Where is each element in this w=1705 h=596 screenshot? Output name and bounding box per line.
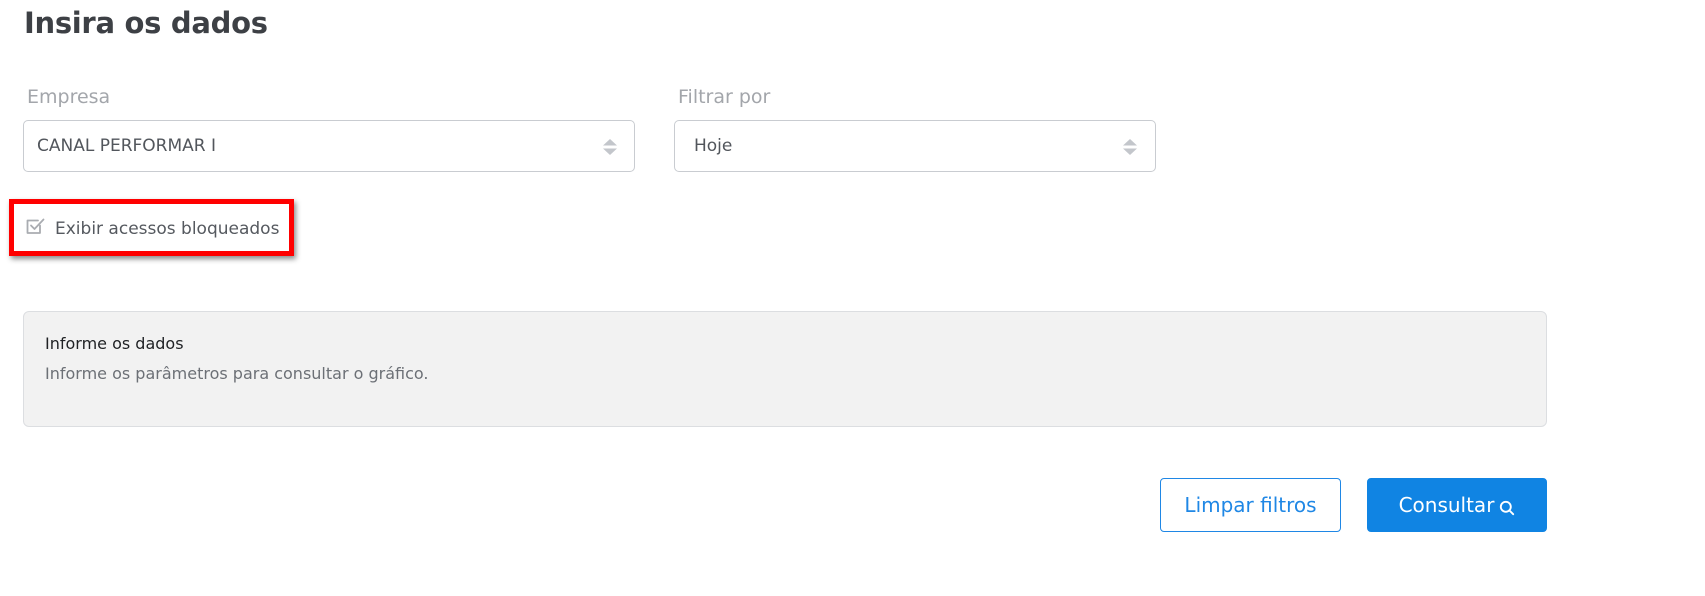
clear-filters-button[interactable]: Limpar filtros bbox=[1160, 478, 1341, 532]
filtrar-por-label: Filtrar por bbox=[678, 86, 771, 108]
filtrar-por-select[interactable]: Hoje bbox=[674, 120, 1156, 172]
filter-page: Insira os dados Empresa CANAL PERFORMAR … bbox=[0, 0, 1705, 596]
info-title: Informe os dados bbox=[45, 334, 184, 353]
info-panel: Informe os dados Informe os parâmetros p… bbox=[23, 311, 1547, 427]
empresa-select[interactable]: CANAL PERFORMAR I bbox=[23, 120, 635, 172]
page-title: Insira os dados bbox=[24, 6, 268, 40]
submit-label: Consultar bbox=[1398, 493, 1495, 517]
empresa-label: Empresa bbox=[27, 86, 111, 108]
clear-filters-label: Limpar filtros bbox=[1184, 493, 1317, 517]
search-icon bbox=[1500, 500, 1515, 515]
info-text: Informe os parâmetros para consultar o g… bbox=[45, 364, 429, 383]
highlight-annotation bbox=[9, 199, 294, 256]
empresa-select-value: CANAL PERFORMAR I bbox=[37, 136, 217, 156]
submit-button[interactable]: Consultar bbox=[1367, 478, 1547, 532]
filtrar-por-select-value: Hoje bbox=[694, 136, 733, 156]
up-down-caret-icon bbox=[603, 139, 617, 155]
up-down-caret-icon bbox=[1123, 139, 1137, 155]
